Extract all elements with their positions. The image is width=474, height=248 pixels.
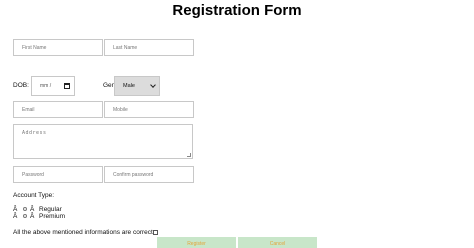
mobile-input[interactable]: Mobile	[104, 101, 194, 118]
calendar-icon[interactable]	[64, 83, 70, 89]
address-textarea[interactable]: Address	[13, 124, 193, 159]
radio-premium[interactable]	[23, 214, 27, 218]
gender-selected-value: Male	[123, 83, 135, 89]
register-button[interactable]: Register	[157, 237, 236, 248]
radio-regular[interactable]	[23, 207, 27, 211]
chevron-down-icon	[150, 82, 156, 88]
dob-input[interactable]: mm /	[31, 76, 75, 96]
password-placeholder: Password	[22, 171, 44, 178]
dob-label: DOB:	[13, 82, 29, 89]
account-type-label: Account Type:	[13, 192, 55, 199]
account-option-prefix: Â	[13, 206, 18, 213]
confirm-password-placeholder: Confirm password	[113, 171, 154, 178]
first-name-input[interactable]: First Name	[13, 39, 103, 56]
account-option-mid: Â	[30, 213, 35, 220]
agreement-checkbox[interactable]	[153, 230, 158, 235]
address-placeholder: Address	[22, 130, 47, 136]
registration-page: Registration Form First Name Last Name D…	[0, 0, 474, 248]
last-name-input[interactable]: Last Name	[104, 39, 194, 56]
last-name-placeholder: Last Name	[113, 44, 138, 51]
password-input[interactable]: Password	[13, 166, 103, 183]
email-input[interactable]: Email	[13, 101, 103, 118]
mobile-placeholder: Mobile	[113, 106, 128, 113]
first-name-placeholder: First Name	[22, 44, 47, 51]
cancel-button[interactable]: Cancel	[238, 237, 317, 248]
account-option-mid: Â	[30, 206, 35, 213]
account-option-regular-label: Regular	[39, 206, 62, 213]
cancel-button-label: Cancel	[269, 241, 286, 247]
account-option-premium-label: Premium	[39, 213, 66, 220]
page-title: Registration Form	[172, 2, 302, 19]
account-option-prefix: Â	[13, 213, 18, 220]
resize-handle-icon[interactable]	[187, 153, 191, 157]
email-placeholder: Email	[22, 106, 35, 113]
dob-value: mm /	[40, 83, 52, 89]
confirm-password-input[interactable]: Confirm password	[104, 166, 194, 183]
gender-select[interactable]: Male	[114, 76, 160, 96]
register-button-label: Register	[187, 241, 206, 247]
agreement-text: All the above mentioned informations are…	[13, 229, 153, 236]
